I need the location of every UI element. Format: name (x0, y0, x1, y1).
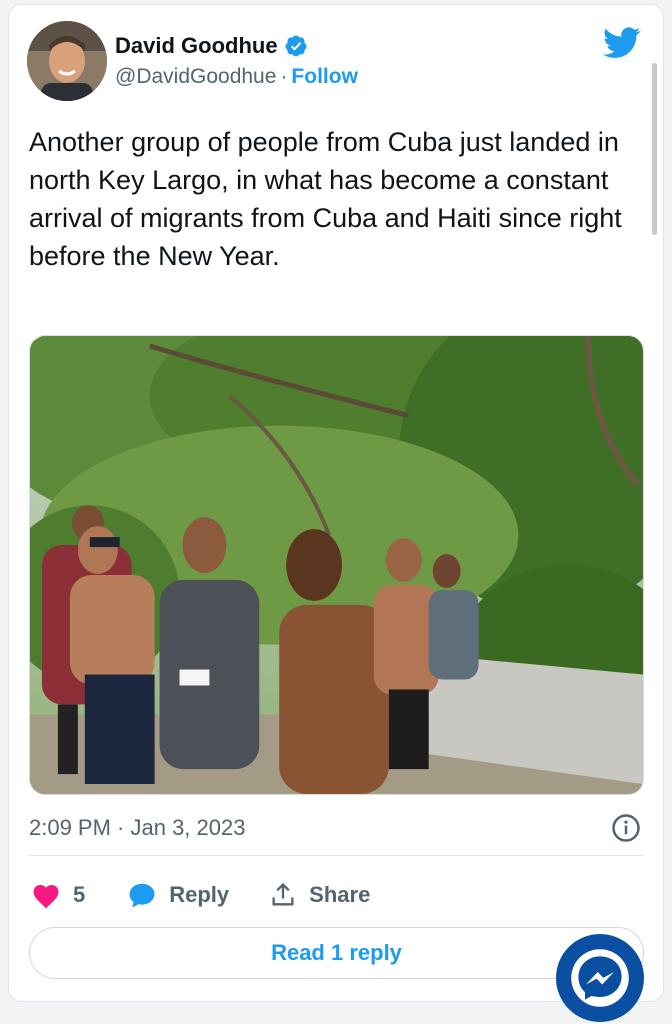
tweet-photo[interactable] (29, 335, 644, 795)
twitter-bird-icon[interactable] (603, 27, 641, 59)
author-handle[interactable]: @DavidGoodhue (115, 65, 276, 88)
follow-button[interactable]: Follow (291, 65, 358, 88)
author-handle-row: @DavidGoodhue · Follow (115, 65, 358, 89)
info-icon[interactable] (611, 813, 641, 843)
heart-icon (33, 885, 59, 909)
share-label: Share (309, 882, 371, 907)
reply-label: Reply (169, 882, 230, 907)
like-button[interactable]: 5 (31, 881, 85, 909)
share-button[interactable]: Share (269, 881, 370, 909)
separator-dot: · (280, 65, 288, 88)
action-bar: 5 Reply Share (31, 875, 370, 915)
verified-badge-icon (285, 35, 307, 57)
reply-button[interactable]: Reply (127, 881, 229, 909)
tweet-timestamp[interactable]: 2:09 PM · Jan 3, 2023 (29, 815, 245, 841)
author-name[interactable]: David Goodhue (115, 33, 278, 59)
like-count: 5 (73, 882, 86, 907)
messenger-icon (571, 949, 629, 1007)
reply-bubble-icon (129, 883, 155, 908)
scrollbar[interactable] (652, 63, 657, 235)
read-replies-button[interactable]: Read 1 reply (29, 927, 644, 979)
tweet-card: David Goodhue @DavidGoodhue · Follow Anoth… (8, 4, 664, 1002)
share-icon (272, 882, 294, 906)
divider (29, 855, 644, 856)
avatar[interactable] (27, 21, 107, 101)
messenger-button[interactable] (556, 934, 644, 1022)
author-name-row: David Goodhue (115, 33, 308, 59)
tweet-text: Another group of people from Cuba just l… (29, 127, 622, 271)
